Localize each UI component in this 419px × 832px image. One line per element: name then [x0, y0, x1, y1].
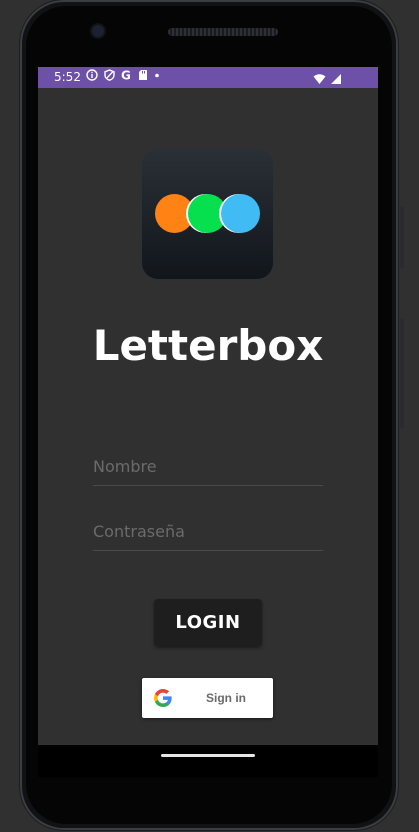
password-input[interactable]: [93, 516, 323, 546]
device-stage: 5:52 G Letterbox Nombre LOGIN Sign in: [0, 0, 419, 832]
username-input[interactable]: [93, 451, 323, 481]
volume-button: [400, 318, 404, 428]
navigation-bar: [38, 745, 378, 777]
status-time: 5:52: [54, 70, 81, 84]
shield-icon: [104, 67, 115, 88]
login-button[interactable]: LOGIN: [154, 599, 262, 646]
front-camera: [92, 25, 104, 37]
status-system-icons: [313, 71, 342, 92]
google-sign-in-button[interactable]: Sign in: [142, 678, 273, 718]
status-notification-icons: G: [86, 67, 160, 88]
earpiece-speaker: [168, 28, 278, 36]
svg-text:G: G: [121, 69, 131, 81]
signal-icon: [330, 71, 342, 92]
wifi-icon: [313, 71, 326, 92]
home-gesture-bar[interactable]: [161, 754, 255, 757]
dot-icon: [154, 67, 160, 88]
info-icon: [86, 67, 98, 88]
google-sign-in-label: Sign in: [206, 691, 246, 705]
blue-circle: [221, 194, 260, 233]
app-screen: 5:52 G Letterbox Nombre LOGIN Sign in: [38, 67, 378, 745]
app-title: Letterbox: [92, 321, 324, 370]
google-logo-icon: [154, 689, 172, 707]
sd-card-icon: [138, 67, 148, 88]
app-logo: [142, 148, 273, 279]
password-field[interactable]: [93, 516, 323, 551]
username-field[interactable]: [93, 451, 323, 486]
power-button: [400, 206, 404, 268]
status-bar: 5:52 G: [38, 67, 378, 88]
google-g-icon: G: [121, 67, 132, 88]
